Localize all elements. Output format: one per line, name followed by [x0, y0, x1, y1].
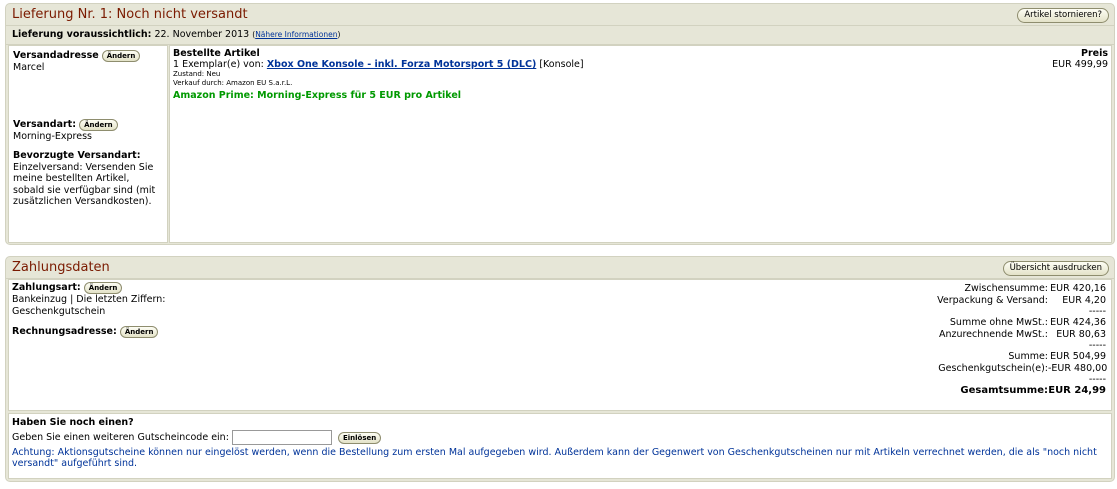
- item-price: EUR 499,99: [1052, 59, 1108, 70]
- summary-divider: -----: [1088, 374, 1106, 385]
- voucher-section: Haben Sie noch einen? Geben Sie einen we…: [8, 413, 1112, 479]
- voucher-prompt: Geben Sie einen weiteren Gutscheincode e…: [12, 431, 229, 443]
- expected-delivery-date: 22. November 2013: [154, 29, 250, 40]
- summary-shipping: Verpackung & Versand: EUR 4,20: [937, 295, 1106, 306]
- summary-divider: -----: [1088, 340, 1106, 351]
- shipment-header: Lieferung Nr. 1: Noch nicht versandt Art…: [6, 4, 1114, 26]
- summary-net: Summe ohne MwSt.: EUR 424,36: [949, 317, 1106, 328]
- order-item-row: 1 Exemplar(e) von: Xbox One Konsole - in…: [173, 59, 1108, 70]
- order-summary: Zwischensumme: EUR 420,16 Verpackung & Ve…: [937, 283, 1108, 397]
- cancel-items-button[interactable]: Artikel stornieren?: [1017, 8, 1109, 23]
- billing-address-label: Rechnungsadresse:: [12, 326, 117, 337]
- expected-delivery-label: Lieferung voraussichtlich:: [12, 29, 152, 40]
- item-condition: Zustand: Neu: [173, 70, 221, 78]
- voucher-notice: Achtung: Aktionsgutscheine können nur ei…: [12, 446, 1097, 470]
- item-name-link[interactable]: Xbox One Konsole - inkl. Forza Motorspor…: [267, 59, 536, 70]
- payment-details: Zahlungsart: Ändern Bankeinzug | Die let…: [8, 279, 1112, 411]
- shipment-title: Lieferung Nr. 1: Noch nicht versandt: [12, 7, 248, 22]
- shipment-body: Versandadresse Ändern Marcel Versandart:…: [6, 45, 1114, 243]
- item-quantity: 1 Exemplar(e) von:: [173, 59, 264, 70]
- summary-total: Gesamtsumme: EUR 24,99: [960, 385, 1106, 396]
- shipping-info-column: Versandadresse Ändern Marcel Versandart:…: [8, 45, 168, 243]
- item-seller: Verkauf durch: Amazon EU S.a.r.L.: [173, 79, 293, 87]
- change-payment-button[interactable]: Ändern: [83, 282, 123, 294]
- shipment-panel: Lieferung Nr. 1: Noch nicht versandt Art…: [5, 3, 1115, 245]
- voucher-heading: Haben Sie noch einen?: [12, 417, 134, 428]
- summary-vat: Anzurechnende MwSt.: EUR 80,63: [938, 329, 1106, 340]
- summary-divider: -----: [1088, 306, 1106, 317]
- shipping-type-label: Versandart:: [13, 118, 77, 130]
- ordered-items-column: Bestellte Artikel Preis 1 Exemplar(e) vo…: [169, 45, 1112, 243]
- voucher-code-input[interactable]: [231, 429, 332, 445]
- price-header: Preis: [1080, 48, 1108, 59]
- change-address-button[interactable]: Ändern: [101, 50, 141, 62]
- redeem-voucher-button[interactable]: Einlösen: [337, 431, 382, 444]
- preferred-shipping-label: Bevorzugte Versandart:: [13, 150, 141, 161]
- summary-sum: Summe: EUR 504,99: [1008, 351, 1106, 362]
- ordered-items-header: Bestellte Artikel: [173, 48, 260, 59]
- shipping-address-label: Versandadresse: [13, 50, 99, 61]
- more-info-link[interactable]: Nähere Informationen: [255, 30, 337, 39]
- change-billing-button[interactable]: Ändern: [119, 326, 159, 338]
- payment-method-label: Zahlungsart:: [12, 282, 81, 293]
- prime-note: Amazon Prime: Morning-Express für 5 EUR …: [173, 90, 462, 101]
- preferred-shipping-text: Einzelversand: Versenden Sie meine beste…: [13, 161, 156, 208]
- shipping-address-name: Marcel: [13, 62, 45, 73]
- summary-subtotal: Zwischensumme: EUR 420,16: [964, 283, 1106, 294]
- payment-title: Zahlungsdaten: [12, 260, 110, 275]
- expected-delivery-line: Lieferung voraussichtlich: 22. November …: [6, 26, 1114, 45]
- item-category: [Konsole]: [539, 59, 584, 70]
- payment-panel: Zahlungsdaten Übersicht ausdrucken Zahlu…: [5, 256, 1115, 482]
- summary-gift-cards: Geschenkgutschein(e): -EUR 480,00: [938, 363, 1108, 374]
- shipping-type-value: Morning-Express: [13, 130, 92, 142]
- payment-header: Zahlungsdaten Übersicht ausdrucken: [6, 257, 1114, 279]
- change-shipping-type-button[interactable]: Ändern: [79, 118, 118, 131]
- print-overview-button[interactable]: Übersicht ausdrucken: [1002, 261, 1109, 276]
